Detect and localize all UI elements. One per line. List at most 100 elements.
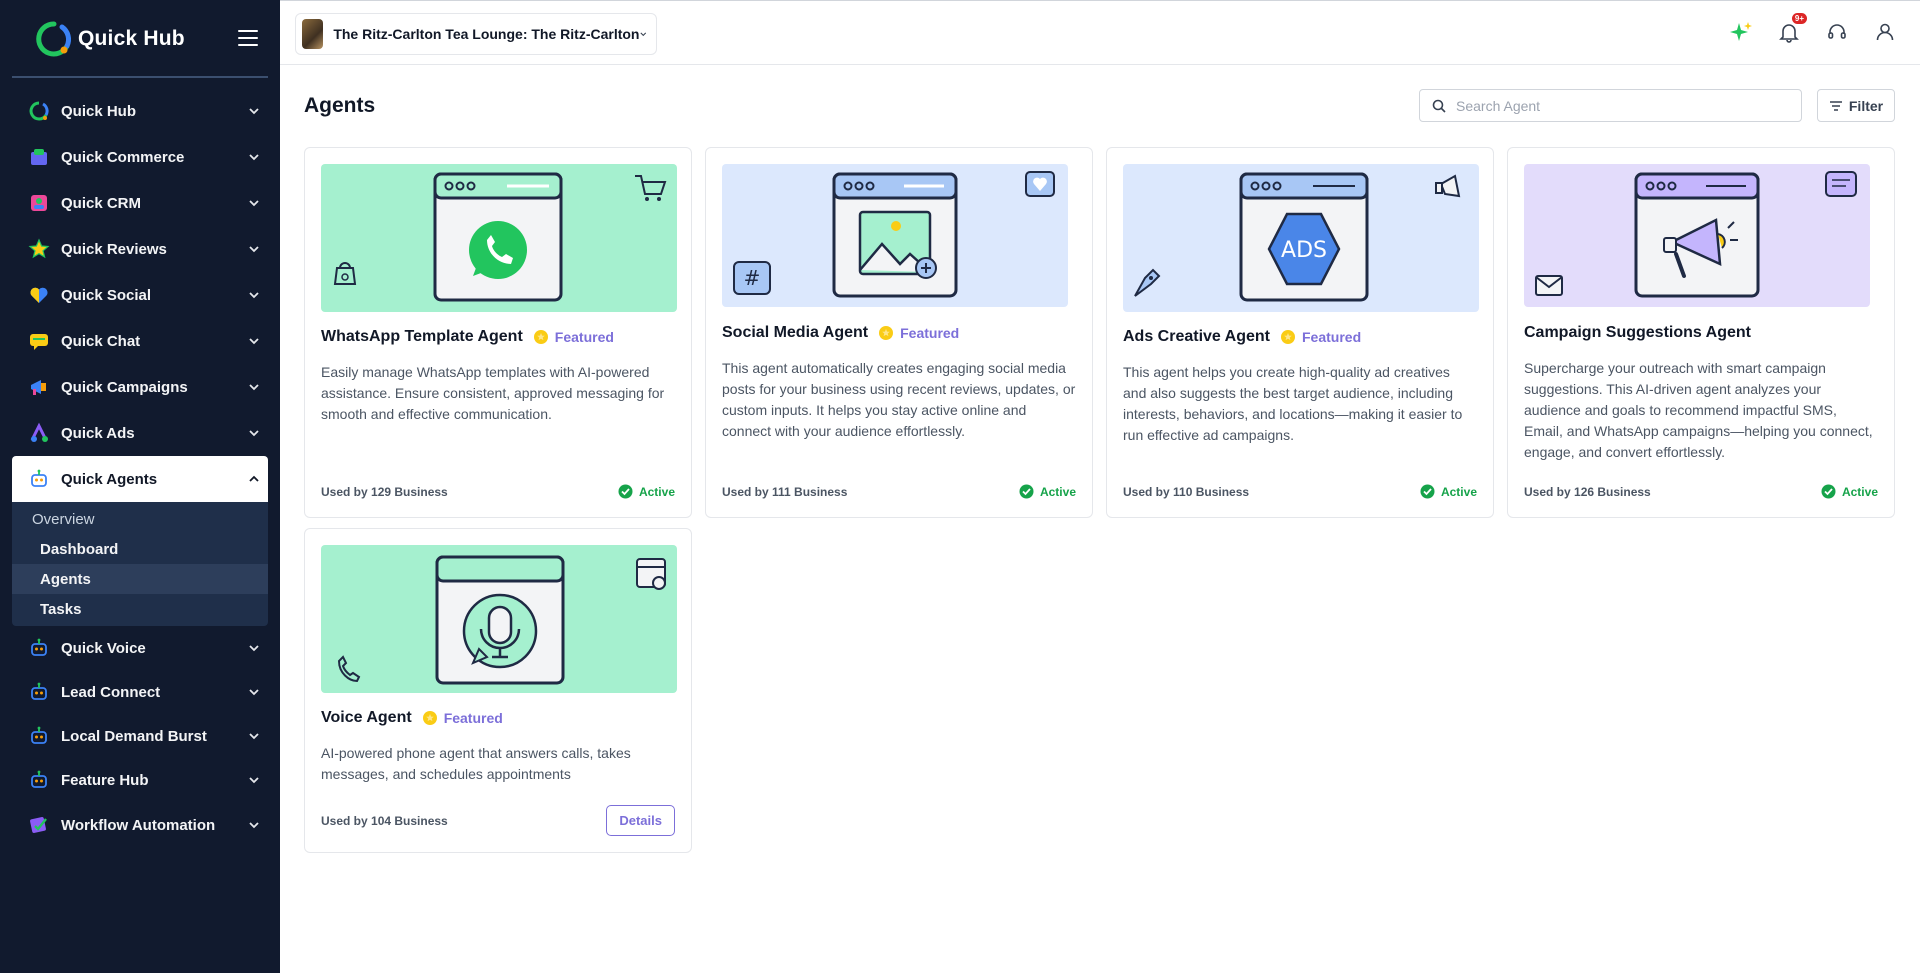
featured-star-icon xyxy=(533,330,548,344)
quick-hub-icon xyxy=(28,100,50,122)
usage-count: Used by 129 Business xyxy=(321,484,448,499)
search-box xyxy=(1419,89,1802,122)
sidebar-item-workflow-automation[interactable]: Workflow Automation xyxy=(0,802,280,848)
agent-description: This agent helps you create high-quality… xyxy=(1123,364,1463,443)
featured-label: Featured xyxy=(443,710,503,726)
location-avatar xyxy=(302,19,324,49)
featured-star-icon xyxy=(1281,330,1295,344)
sidebar-item-quick-social[interactable]: Quick Social xyxy=(0,272,280,318)
featured-star-icon xyxy=(422,711,437,725)
support-headset-icon[interactable] xyxy=(1824,19,1850,45)
agent-card-campaign-suggestions[interactable]: Campaign Suggestions Agent Supercharge y… xyxy=(1507,147,1895,518)
check-circle-icon xyxy=(1821,484,1836,499)
featured-badge: Featured xyxy=(533,329,614,345)
ai-sparkle-icon[interactable] xyxy=(1728,19,1754,45)
sidebar-item-local-demand-burst[interactable]: Local Demand Burst xyxy=(0,714,280,758)
search-input[interactable] xyxy=(1456,97,1776,114)
featured-badge: Featured xyxy=(878,325,959,341)
status-label: Active xyxy=(1039,484,1076,499)
check-circle-icon xyxy=(1420,484,1435,499)
agent-illustration: ADS xyxy=(1123,164,1479,312)
agent-description: AI-powered phone agent that answers call… xyxy=(321,745,631,782)
agent-card-whatsapp-template[interactable]: WhatsApp Template Agent Featured Easily … xyxy=(304,147,692,518)
sidebar-item-label: Quick Agents xyxy=(61,470,158,488)
chevron-down-icon xyxy=(249,430,259,437)
filter-label: Filter xyxy=(1848,97,1884,114)
sidebar-item-label: Quick Chat xyxy=(61,332,141,350)
user-profile-icon[interactable] xyxy=(1872,19,1898,45)
agent-title: Voice Agent xyxy=(321,709,412,726)
sidebar-item-feature-hub[interactable]: Feature Hub xyxy=(0,758,280,802)
sidebar-item-quick-crm[interactable]: Quick CRM xyxy=(0,180,280,226)
workflow-icon xyxy=(28,814,50,836)
robot-icon xyxy=(28,468,50,490)
chevron-down-icon xyxy=(249,108,259,115)
sidebar-item-lead-connect[interactable]: Lead Connect xyxy=(0,670,280,714)
agent-illustration xyxy=(1524,164,1870,307)
notification-bell-icon[interactable]: 9+ xyxy=(1776,13,1807,45)
search-icon xyxy=(1432,99,1446,113)
chevron-down-icon xyxy=(640,32,647,37)
agent-title: Ads Creative Agent xyxy=(1123,328,1270,345)
sidebar-item-label: Local Demand Burst xyxy=(61,727,207,745)
robot-icon xyxy=(28,769,50,791)
sidebar-item-quick-ads[interactable]: Quick Ads xyxy=(0,410,280,456)
agent-description: This agent automatically creates engagin… xyxy=(722,360,1076,439)
status-label: Active xyxy=(638,484,675,499)
sidebar-item-quick-campaigns[interactable]: Quick Campaigns xyxy=(0,364,280,410)
menu-toggle-icon[interactable] xyxy=(238,30,258,46)
chevron-down-icon xyxy=(249,733,259,740)
sidebar-item-label: Quick Voice xyxy=(61,639,146,657)
svg-text:ADS: ADS xyxy=(1281,238,1327,263)
status-label: Active xyxy=(1841,484,1878,499)
submenu-item-dashboard[interactable]: Dashboard xyxy=(12,534,268,564)
submenu-overview-heading: Overview xyxy=(32,510,95,528)
chevron-down-icon xyxy=(249,292,259,299)
sidebar-item-label: Feature Hub xyxy=(61,771,149,789)
status-badge: Active xyxy=(618,484,675,499)
card-title-row: Voice Agent Featured xyxy=(321,709,503,727)
sidebar-item-quick-commerce[interactable]: Quick Commerce xyxy=(0,134,280,180)
commerce-icon xyxy=(28,146,50,168)
usage-count: Used by 126 Business xyxy=(1524,484,1651,499)
check-circle-icon xyxy=(618,484,633,499)
sidebar-item-quick-chat[interactable]: Quick Chat xyxy=(0,318,280,364)
agent-illustration: # xyxy=(722,164,1068,307)
sidebar-item-label: Quick Commerce xyxy=(61,148,185,166)
sidebar-item-label: Quick Reviews xyxy=(61,240,167,258)
crm-icon xyxy=(28,192,50,214)
submenu-item-tasks[interactable]: Tasks xyxy=(12,594,268,624)
location-selector[interactable]: The Ritz-Carlton Tea Lounge: The Ritz-Ca… xyxy=(295,13,657,55)
sidebar-item-label: Quick Social xyxy=(61,286,152,304)
sidebar-item-label: Quick Hub xyxy=(61,102,137,120)
svg-text:#: # xyxy=(744,266,761,290)
agent-card-ads-creative[interactable]: ADS Ads Creative Agent Featured This age… xyxy=(1106,147,1494,518)
status-label: Active xyxy=(1440,484,1477,499)
agent-card-voice[interactable]: Voice Agent Featured AI-powered phone ag… xyxy=(304,528,692,853)
agent-card-social-media[interactable]: # Social Media Agent Featured This agent… xyxy=(705,147,1093,518)
chevron-down-icon xyxy=(249,338,259,345)
card-title-row: Campaign Suggestions Agent xyxy=(1524,324,1751,342)
card-title-row: Ads Creative Agent Featured xyxy=(1123,328,1361,346)
robot-icon xyxy=(28,637,50,659)
sidebar-item-quick-hub[interactable]: Quick Hub xyxy=(0,88,280,134)
reviews-star-icon xyxy=(28,238,50,260)
status-badge: Active xyxy=(1821,484,1878,499)
sidebar-item-quick-voice[interactable]: Quick Voice xyxy=(0,626,280,670)
chevron-down-icon xyxy=(249,822,259,829)
robot-icon xyxy=(28,725,50,747)
sidebar-item-quick-reviews[interactable]: Quick Reviews xyxy=(0,226,280,272)
sidebar-item-quick-agents[interactable]: Quick Agents xyxy=(12,456,268,502)
agent-description: Easily manage WhatsApp templates with AI… xyxy=(321,364,665,422)
submenu-item-agents[interactable]: Agents xyxy=(12,564,268,594)
status-badge: Active xyxy=(1420,484,1477,499)
filter-button[interactable]: Filter xyxy=(1817,89,1895,122)
megaphone-icon xyxy=(28,376,50,398)
featured-badge: Featured xyxy=(422,710,503,726)
chevron-down-icon xyxy=(249,645,259,652)
chevron-down-icon xyxy=(249,246,259,253)
brand-name: Quick Hub xyxy=(78,27,185,50)
sidebar-item-label: Workflow Automation xyxy=(61,816,216,834)
usage-count: Used by 104 Business xyxy=(321,813,448,828)
details-button[interactable]: Details xyxy=(606,805,675,836)
